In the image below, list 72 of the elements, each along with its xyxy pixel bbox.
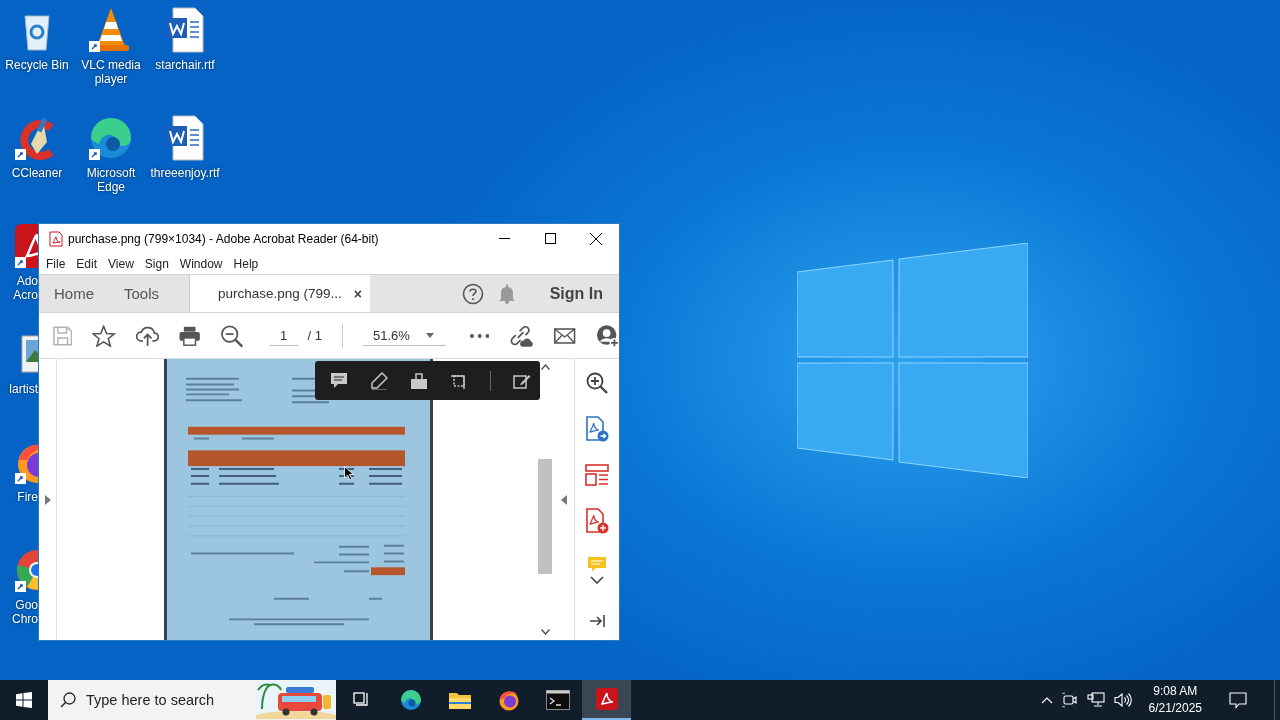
help-icon[interactable] [461,282,484,305]
icon-label: VLC media player [80,58,142,86]
print-icon[interactable] [178,325,201,346]
stamp-icon[interactable] [410,371,428,390]
icon-label: Recycle Bin [4,58,70,72]
organize-pages-icon[interactable] [585,464,609,486]
search-bar[interactable]: Type here to search [48,680,336,720]
menu-item[interactable]: Window [179,256,223,271]
pen-icon[interactable] [370,371,388,390]
collapse-arrow-icon[interactable] [561,494,567,505]
chevron-down-icon[interactable] [590,576,604,584]
document-tab[interactable]: purchase.png (799... × [190,275,370,312]
tab-close[interactable]: × [353,285,362,302]
menu-item[interactable]: Edit [76,256,98,271]
icon-label: CCleaner [10,166,64,180]
pdf-file-icon [49,230,63,247]
collapse-panel-icon[interactable] [589,614,605,628]
zoom-in-icon[interactable] [586,372,608,394]
tab-label: purchase.png (799... [218,286,342,301]
clock[interactable]: 9:08 AM 6/21/2025 [1140,683,1210,717]
star-icon[interactable] [92,324,116,347]
menu-item[interactable]: File [46,256,66,271]
link-cloud-icon[interactable] [509,323,535,348]
mail-icon[interactable] [554,327,576,344]
camera-icon[interactable] [1061,692,1078,708]
comment-icon[interactable] [330,371,348,390]
icon-label: starchair.rtf [154,58,216,72]
page-number-field[interactable]: 1 [269,325,298,346]
window-title: purchase.png (799×1034) - Adobe Acrobat Reader (64-bit) [68,231,380,246]
icon-label: Ado Acro [12,274,38,302]
close-icon [590,232,602,245]
search-field[interactable]: Type here to search [86,692,246,708]
date-text: 6/21/2025 [1148,700,1202,717]
export-pdf-icon[interactable] [585,416,609,442]
time-text: 9:08 AM [1153,683,1198,700]
menu-item[interactable]: View [108,256,134,271]
volume-icon[interactable] [1113,692,1132,708]
task-view-icon [352,692,371,708]
network-icon[interactable] [1086,692,1105,708]
more-icon[interactable] [469,333,490,338]
scroll-down-icon[interactable] [541,629,550,635]
scroll-up-icon[interactable] [541,364,550,370]
icon-label: Microsoft Edge [85,166,137,194]
start-icon[interactable] [16,692,32,708]
notifications-icon[interactable] [1229,691,1247,709]
search-icon [60,692,76,708]
menu-item[interactable]: Help [233,256,259,271]
zoom-out-icon[interactable] [220,323,244,348]
cloud-upload-icon[interactable] [135,324,159,347]
icon-label: Goo Chro [11,598,38,626]
nav-tab[interactable]: Home [54,285,94,302]
edge-icon [398,688,423,712]
sign-in-button[interactable]: Sign In [545,284,607,303]
icon-label: threeenjoy.rtf [150,166,220,180]
expand-arrow-icon[interactable] [44,494,51,505]
maximize-icon [544,233,556,244]
nav-tab[interactable]: Tools [124,285,160,302]
icon-label: Fire [16,490,38,504]
acrobat-icon [594,687,619,711]
folder-icon [447,690,472,710]
page-total: / 1 [307,328,322,343]
caret-icon [425,332,434,338]
acrobat-icon[interactable] [13,222,38,270]
chevron-up-icon[interactable] [1040,696,1053,704]
icon-label: lartist [8,382,38,396]
cursor-icon [344,466,354,481]
terminal-icon [545,690,570,710]
menu-item[interactable]: Sign [144,256,169,271]
zoom-dropdown[interactable]: 51.6% [362,325,446,346]
create-pdf-icon[interactable] [585,508,609,534]
add-user-icon[interactable] [595,323,619,348]
taskbar-app[interactable] [582,680,631,720]
